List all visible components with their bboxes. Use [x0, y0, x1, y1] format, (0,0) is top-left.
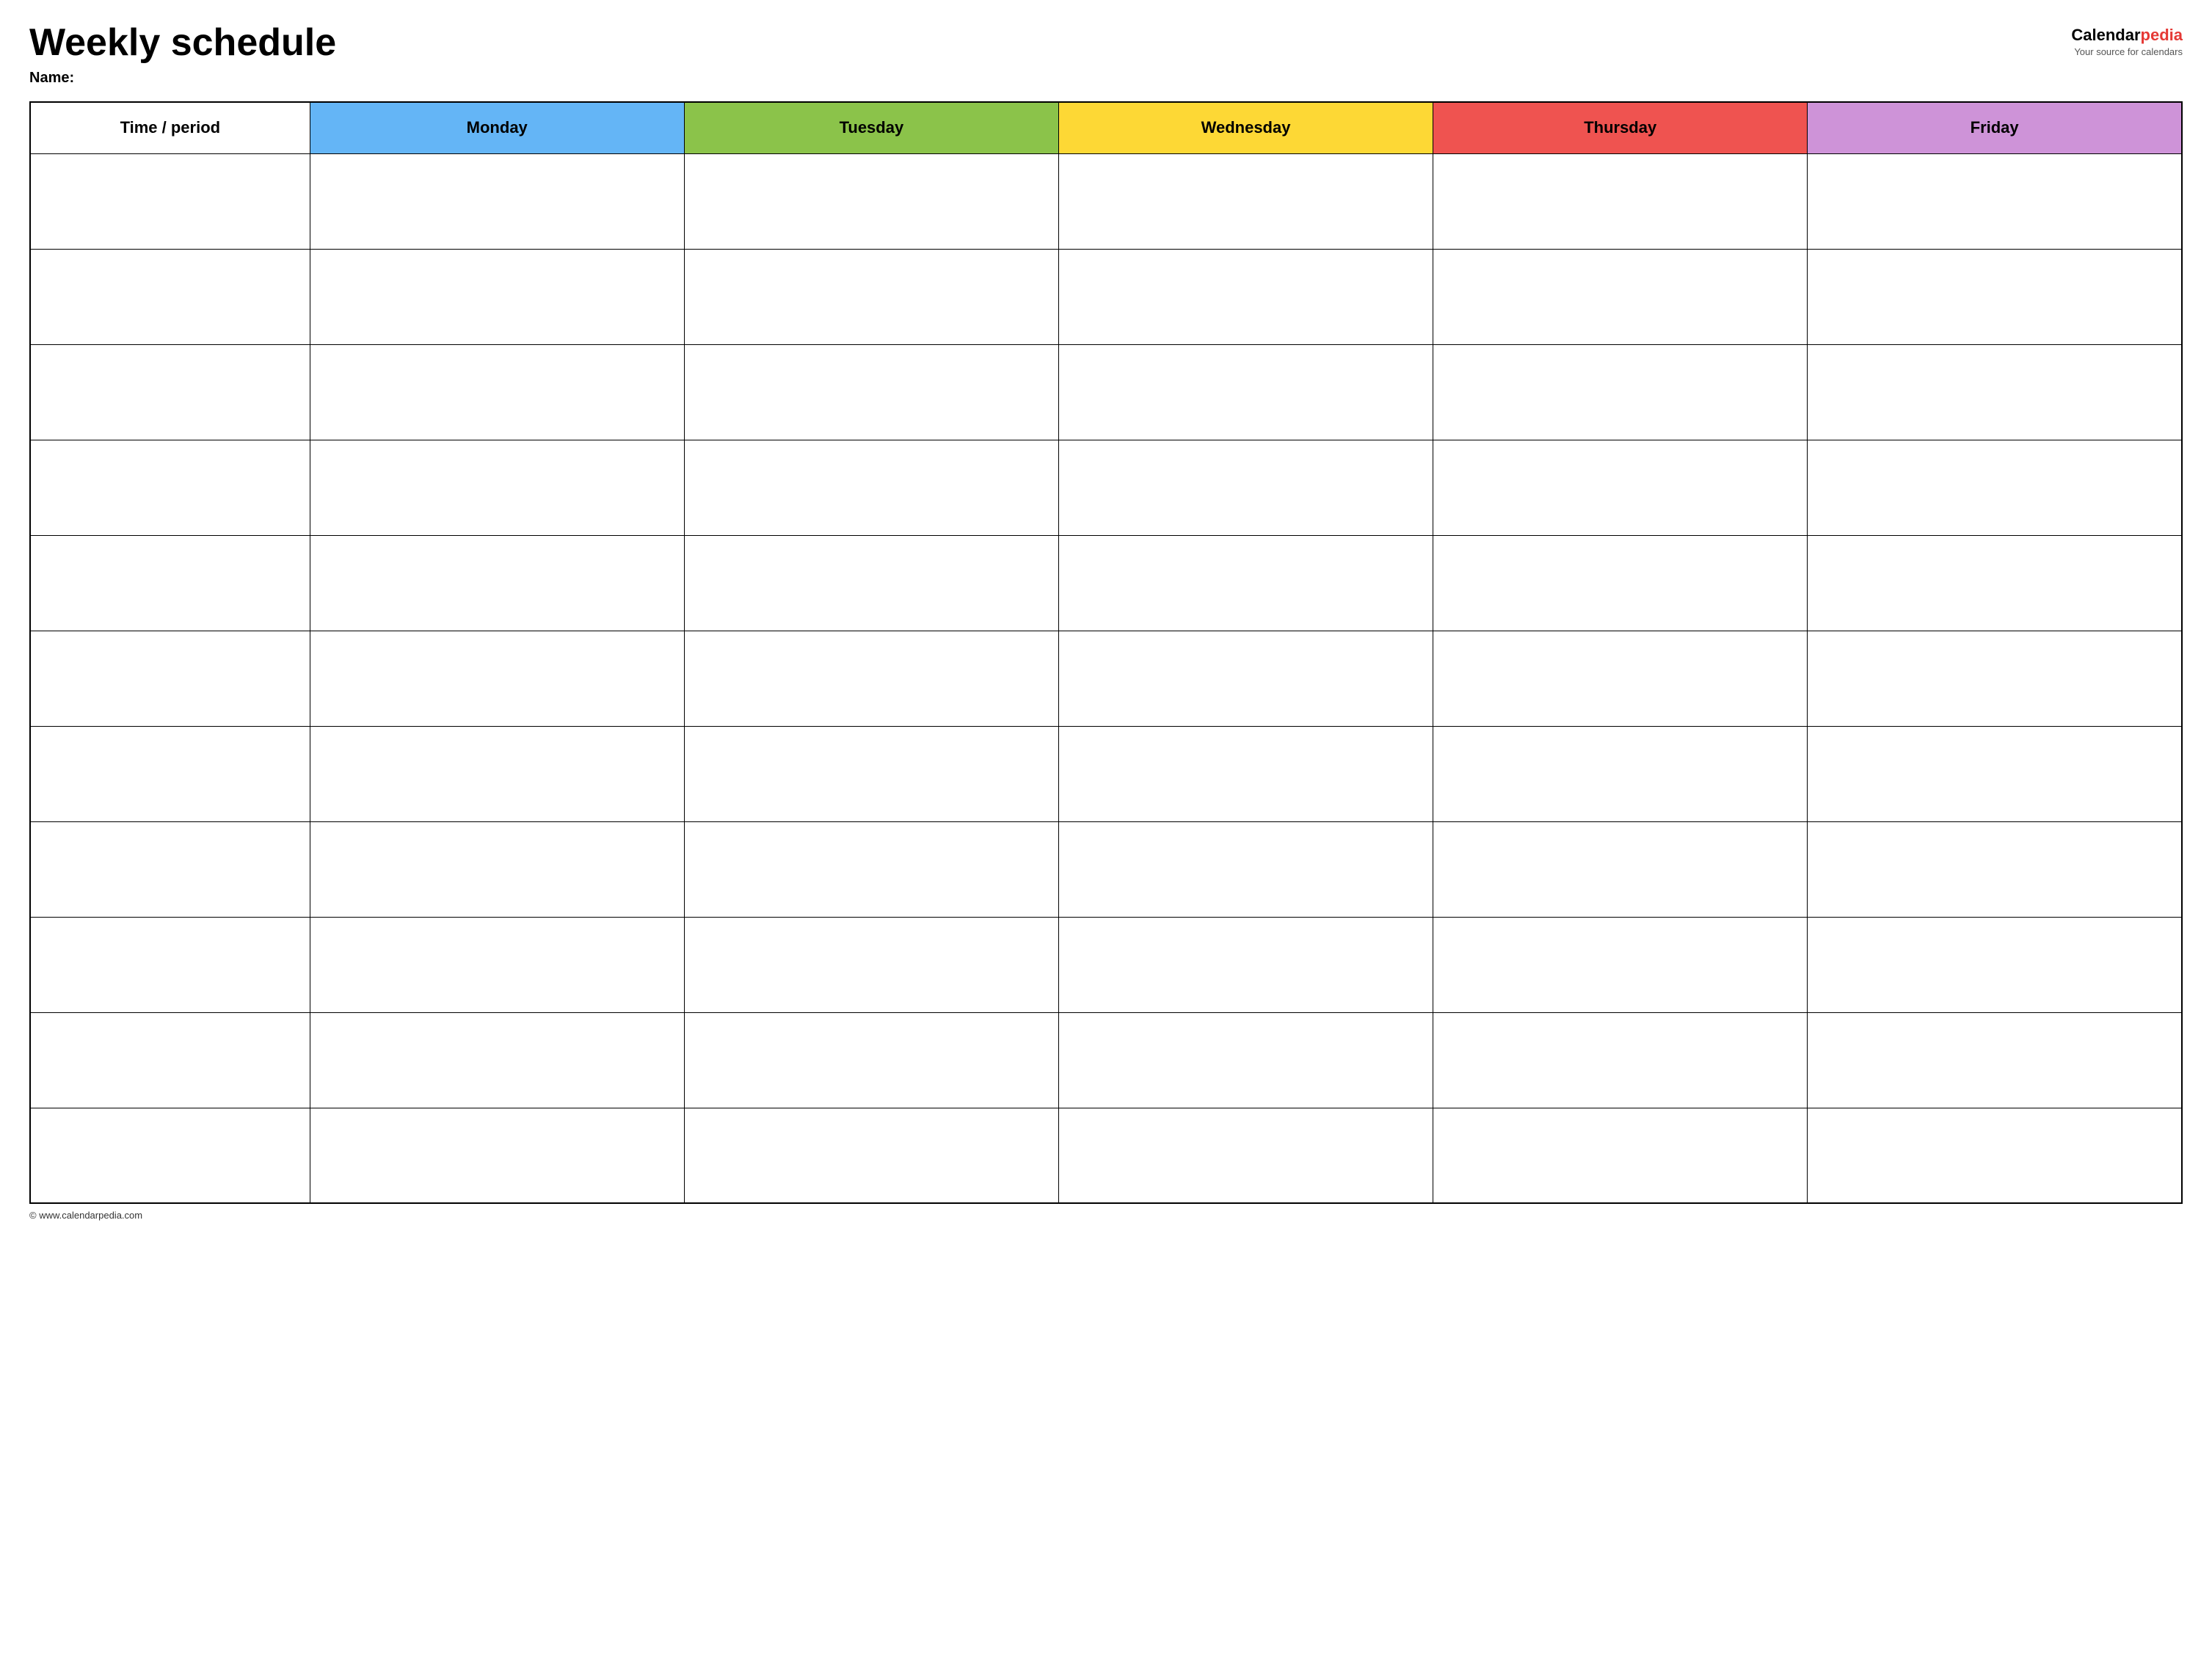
time-cell[interactable]	[30, 1108, 310, 1203]
schedule-cell[interactable]	[310, 153, 684, 249]
schedule-cell[interactable]	[684, 153, 1058, 249]
schedule-cell[interactable]	[1058, 153, 1433, 249]
col-time-header: Time / period	[30, 102, 310, 153]
schedule-cell[interactable]	[310, 440, 684, 535]
table-header: Time / period Monday Tuesday Wednesday T…	[30, 102, 2182, 153]
table-row	[30, 726, 2182, 821]
schedule-cell[interactable]	[684, 1108, 1058, 1203]
schedule-cell[interactable]	[684, 917, 1058, 1012]
schedule-cell[interactable]	[1058, 535, 1433, 631]
schedule-cell[interactable]	[1433, 344, 1808, 440]
table-row	[30, 917, 2182, 1012]
schedule-cell[interactable]	[1808, 440, 2182, 535]
copyright-text: © www.calendarpedia.com	[29, 1210, 142, 1221]
schedule-cell[interactable]	[1433, 631, 1808, 726]
schedule-cell[interactable]	[310, 917, 684, 1012]
header-row: Time / period Monday Tuesday Wednesday T…	[30, 102, 2182, 153]
schedule-cell[interactable]	[1808, 344, 2182, 440]
schedule-cell[interactable]	[684, 821, 1058, 917]
schedule-table: Time / period Monday Tuesday Wednesday T…	[29, 101, 2183, 1204]
schedule-cell[interactable]	[1433, 726, 1808, 821]
col-tuesday-header: Tuesday	[684, 102, 1058, 153]
schedule-cell[interactable]	[1433, 249, 1808, 344]
schedule-cell[interactable]	[1808, 249, 2182, 344]
schedule-cell[interactable]	[310, 535, 684, 631]
logo-tagline: Your source for calendars	[2074, 46, 2183, 57]
col-monday-header: Monday	[310, 102, 684, 153]
schedule-cell[interactable]	[1433, 821, 1808, 917]
schedule-cell[interactable]	[1808, 631, 2182, 726]
table-row	[30, 535, 2182, 631]
schedule-cell[interactable]	[1058, 249, 1433, 344]
page-header: Weekly schedule Name: Calendarpedia Your…	[29, 22, 2183, 87]
title-section: Weekly schedule Name:	[29, 22, 336, 87]
table-row	[30, 1012, 2182, 1108]
schedule-cell[interactable]	[310, 726, 684, 821]
schedule-cell[interactable]	[1058, 726, 1433, 821]
schedule-cell[interactable]	[1058, 1108, 1433, 1203]
schedule-cell[interactable]	[1808, 1012, 2182, 1108]
time-cell[interactable]	[30, 917, 310, 1012]
time-cell[interactable]	[30, 726, 310, 821]
schedule-cell[interactable]	[310, 631, 684, 726]
schedule-cell[interactable]	[310, 1012, 684, 1108]
schedule-cell[interactable]	[1808, 821, 2182, 917]
schedule-cell[interactable]	[684, 440, 1058, 535]
schedule-cell[interactable]	[1433, 153, 1808, 249]
schedule-cell[interactable]	[1808, 535, 2182, 631]
schedule-cell[interactable]	[1433, 535, 1808, 631]
schedule-cell[interactable]	[1433, 440, 1808, 535]
schedule-cell[interactable]	[1808, 917, 2182, 1012]
time-cell[interactable]	[30, 440, 310, 535]
schedule-cell[interactable]	[1808, 726, 2182, 821]
schedule-cell[interactable]	[310, 821, 684, 917]
time-cell[interactable]	[30, 153, 310, 249]
schedule-cell[interactable]	[684, 631, 1058, 726]
col-friday-header: Friday	[1808, 102, 2182, 153]
time-cell[interactable]	[30, 821, 310, 917]
table-row	[30, 153, 2182, 249]
col-wednesday-header: Wednesday	[1058, 102, 1433, 153]
schedule-cell[interactable]	[1058, 1012, 1433, 1108]
logo-text: Calendarpedia	[2071, 26, 2183, 45]
table-row	[30, 1108, 2182, 1203]
schedule-cell[interactable]	[684, 249, 1058, 344]
logo-brand-part1: Calendar	[2071, 26, 2140, 44]
schedule-cell[interactable]	[1058, 821, 1433, 917]
schedule-cell[interactable]	[1433, 1012, 1808, 1108]
table-body	[30, 153, 2182, 1203]
schedule-cell[interactable]	[1433, 917, 1808, 1012]
time-cell[interactable]	[30, 535, 310, 631]
schedule-cell[interactable]	[684, 344, 1058, 440]
time-cell[interactable]	[30, 249, 310, 344]
schedule-cell[interactable]	[1058, 344, 1433, 440]
schedule-cell[interactable]	[1058, 440, 1433, 535]
table-row	[30, 344, 2182, 440]
schedule-cell[interactable]	[310, 1108, 684, 1203]
schedule-cell[interactable]	[684, 535, 1058, 631]
logo-section: Calendarpedia Your source for calendars	[2071, 26, 2183, 57]
table-row	[30, 440, 2182, 535]
footer: © www.calendarpedia.com	[29, 1210, 2183, 1221]
table-row	[30, 821, 2182, 917]
schedule-cell[interactable]	[1433, 1108, 1808, 1203]
time-cell[interactable]	[30, 344, 310, 440]
table-row	[30, 631, 2182, 726]
time-cell[interactable]	[30, 631, 310, 726]
schedule-cell[interactable]	[1058, 631, 1433, 726]
page-title: Weekly schedule	[29, 22, 336, 64]
schedule-cell[interactable]	[1808, 1108, 2182, 1203]
col-thursday-header: Thursday	[1433, 102, 1808, 153]
schedule-cell[interactable]	[1058, 917, 1433, 1012]
schedule-cell[interactable]	[310, 249, 684, 344]
schedule-cell[interactable]	[1808, 153, 2182, 249]
schedule-cell[interactable]	[684, 726, 1058, 821]
logo-brand-part2: pedia	[2141, 26, 2183, 44]
time-cell[interactable]	[30, 1012, 310, 1108]
table-row	[30, 249, 2182, 344]
schedule-cell[interactable]	[684, 1012, 1058, 1108]
schedule-cell[interactable]	[310, 344, 684, 440]
name-label: Name:	[29, 70, 336, 87]
